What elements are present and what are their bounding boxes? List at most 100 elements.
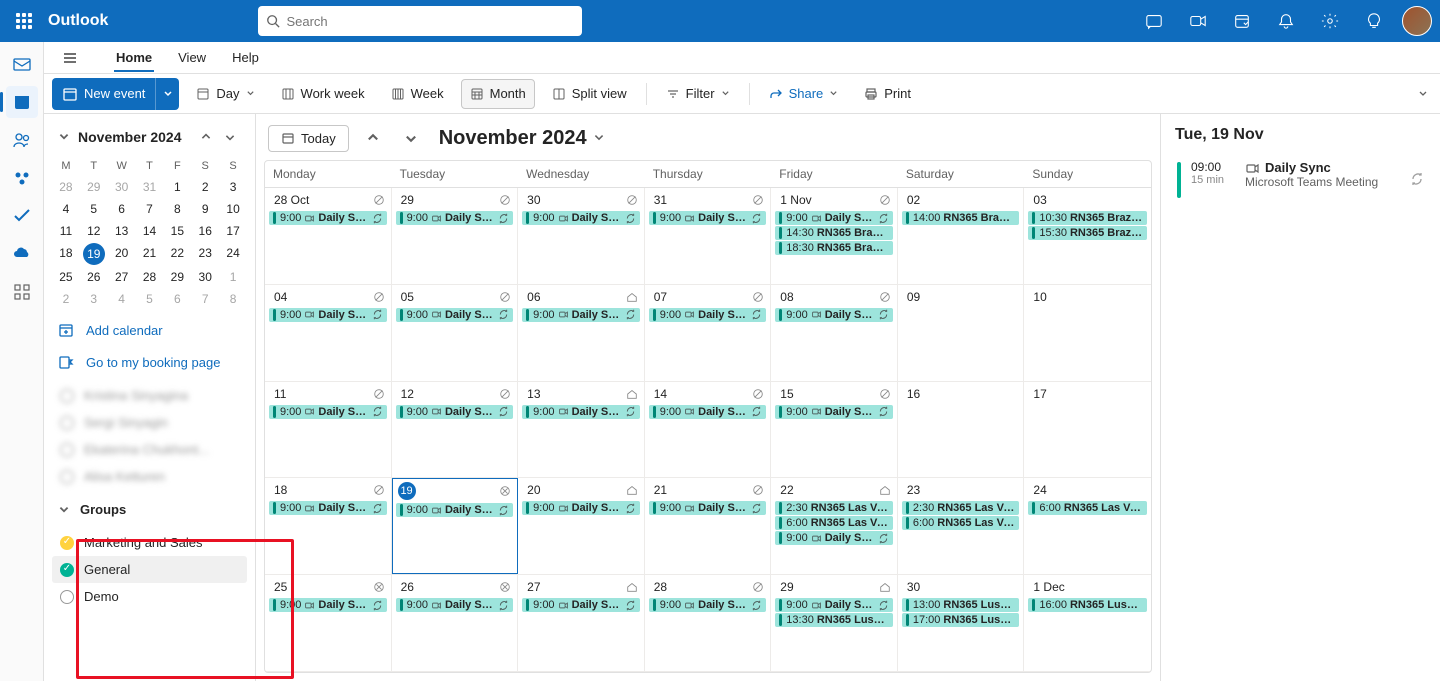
calendar-event[interactable]: 9:00Daily Sync	[775, 598, 893, 612]
calendar-day-cell[interactable]: 189:00Daily Sync	[265, 478, 392, 574]
prev-month[interactable]	[359, 124, 387, 152]
calendar-event[interactable]: 2:30RN365 Las Vega	[902, 501, 1020, 515]
calendar-event[interactable]: 9:00Daily Sync	[269, 308, 387, 322]
mini-cal-next[interactable]	[219, 126, 241, 148]
app-launcher[interactable]	[8, 5, 40, 37]
calendar-person-item[interactable]: Sergi Sinyagin	[52, 409, 247, 436]
calendar-event[interactable]: 13:00RN365 Lusail -	[902, 598, 1020, 612]
tab-help[interactable]: Help	[230, 44, 261, 71]
mini-cal-day[interactable]: 29	[163, 266, 191, 288]
rail-people-icon[interactable]	[6, 124, 38, 156]
mini-cal-day[interactable]: 12	[80, 220, 108, 242]
tab-home[interactable]: Home	[114, 44, 154, 71]
mini-cal-day[interactable]: 30	[108, 176, 136, 198]
booking-page-link[interactable]: Go to my booking page	[44, 346, 255, 378]
share-button[interactable]: Share	[760, 79, 848, 109]
mini-cal-day[interactable]: 29	[80, 176, 108, 198]
calendar-day-cell[interactable]: 1 Dec16:00RN365 Lusail -	[1024, 575, 1151, 671]
mini-cal-day[interactable]: 16	[191, 220, 219, 242]
calendar-event[interactable]: 14:00RN365 Brazilian	[902, 211, 1020, 225]
calendar-day-cell[interactable]: 129:00Daily Sync	[392, 382, 519, 478]
view-work-week-button[interactable]: Work week	[272, 79, 374, 109]
calendar-color-circle[interactable]	[60, 536, 74, 550]
calendar-day-cell[interactable]: 17	[1024, 382, 1151, 478]
calendar-event[interactable]: 9:00Daily Sync	[522, 405, 640, 419]
mini-cal-day[interactable]: 8	[163, 198, 191, 220]
groups-header[interactable]: Groups	[44, 494, 255, 525]
calendar-day-cell[interactable]: 059:00Daily Sync	[392, 285, 519, 381]
calendar-day-cell[interactable]: 199:00Daily Sync	[392, 478, 519, 574]
calendar-day-cell[interactable]: 279:00Daily Sync	[518, 575, 645, 671]
calendar-day-cell[interactable]: 319:00Daily Sync	[645, 188, 772, 284]
view-month-button[interactable]: Month	[461, 79, 535, 109]
calendar-day-cell[interactable]: 289:00Daily Sync	[645, 575, 772, 671]
calendar-event[interactable]: 9:00Daily Sync	[649, 308, 767, 322]
mini-cal-day[interactable]: 7	[191, 288, 219, 310]
calendar-day-cell[interactable]: 159:00Daily Sync	[771, 382, 898, 478]
group-item[interactable]: Demo	[52, 583, 247, 610]
search-box[interactable]	[258, 6, 582, 36]
calendar-event[interactable]: 9:00Daily Sync	[396, 211, 514, 225]
view-day-button[interactable]: Day	[187, 79, 263, 109]
calendar-event[interactable]: 9:00Daily Sync	[649, 211, 767, 225]
calendar-event[interactable]: 9:00Daily Sync	[775, 308, 893, 322]
mini-cal-day[interactable]: 11	[52, 220, 80, 242]
calendar-day-cell[interactable]: 3013:00RN365 Lusail -17:00RN365 Lusail -	[898, 575, 1025, 671]
new-event-dropdown[interactable]	[155, 78, 179, 110]
calendar-color-circle[interactable]	[60, 590, 74, 604]
mini-cal-day[interactable]: 28	[136, 266, 164, 288]
mini-cal-day[interactable]: 21	[136, 242, 164, 266]
mini-cal-day[interactable]: 6	[108, 198, 136, 220]
calendar-event[interactable]: 9:00Daily Sync	[269, 501, 387, 515]
mini-cal-day[interactable]: 10	[219, 198, 247, 220]
mini-cal-day[interactable]: 3	[219, 176, 247, 198]
calendar-event[interactable]: 6:00RN365 Las Vega	[902, 516, 1020, 530]
calendar-day-cell[interactable]: 0310:30RN365 Brazilian15:30RN365 Brazili…	[1024, 188, 1151, 284]
calendar-event[interactable]: 2:30RN365 Las Vega	[775, 501, 893, 515]
mini-cal-day[interactable]: 1	[219, 266, 247, 288]
mini-cal-day[interactable]: 25	[52, 266, 80, 288]
calendar-day-cell[interactable]: 209:00Daily Sync	[518, 478, 645, 574]
mini-cal-day[interactable]: 31	[136, 176, 164, 198]
rail-onedrive-icon[interactable]	[6, 238, 38, 270]
account-avatar[interactable]	[1402, 6, 1432, 36]
mini-cal-day[interactable]: 5	[136, 288, 164, 310]
calendar-day-cell[interactable]: 222:30RN365 Las Vega6:00RN365 Las Vega9:…	[771, 478, 898, 574]
mini-calendar[interactable]: MTWTFSS282930311234567891011121314151617…	[52, 156, 247, 310]
calendar-event[interactable]: 6:00RN365 Las Vega	[775, 516, 893, 530]
calendar-event[interactable]: 9:00Daily Sync	[775, 531, 893, 545]
calendar-event[interactable]: 9:00Daily Sync	[775, 405, 893, 419]
mini-cal-day[interactable]: 15	[163, 220, 191, 242]
mini-cal-day[interactable]: 4	[108, 288, 136, 310]
today-button[interactable]: Today	[268, 125, 349, 152]
calendar-event[interactable]: 9:00Daily Sync	[775, 211, 893, 225]
calendar-event[interactable]: 9:00Daily Sync	[522, 308, 640, 322]
mini-cal-day[interactable]: 17	[219, 220, 247, 242]
calendar-day-cell[interactable]: 049:00Daily Sync	[265, 285, 392, 381]
calendar-event[interactable]: 9:00Daily Sync	[396, 405, 514, 419]
calendar-color-circle[interactable]	[60, 563, 74, 577]
calendar-day-cell[interactable]: 259:00Daily Sync	[265, 575, 392, 671]
mini-cal-day[interactable]: 27	[108, 266, 136, 288]
split-view-button[interactable]: Split view	[543, 79, 636, 109]
add-calendar-link[interactable]: Add calendar	[44, 314, 255, 346]
view-week-button[interactable]: Week	[382, 79, 453, 109]
calendar-day-cell[interactable]: 1 Nov9:00Daily Sync14:30RN365 Brazilia18…	[771, 188, 898, 284]
mini-cal-day[interactable]: 30	[191, 266, 219, 288]
teams-chat-icon[interactable]	[1134, 1, 1174, 41]
calendar-event[interactable]: 9:00Daily Sync	[396, 503, 514, 517]
agenda-item[interactable]: 09:00 15 min Daily Sync Microsoft Teams …	[1175, 154, 1426, 204]
rail-groups-icon[interactable]	[6, 162, 38, 194]
rail-more-apps-icon[interactable]	[6, 276, 38, 308]
mini-cal-day[interactable]: 5	[80, 198, 108, 220]
mini-cal-day[interactable]: 23	[191, 242, 219, 266]
calendar-event[interactable]: 9:00Daily Sync	[522, 598, 640, 612]
calendar-day-cell[interactable]: 219:00Daily Sync	[645, 478, 772, 574]
mini-cal-day[interactable]: 2	[191, 176, 219, 198]
calendar-event[interactable]: 9:00Daily Sync	[649, 598, 767, 612]
mini-cal-day[interactable]: 18	[52, 242, 80, 266]
notifications-icon[interactable]	[1266, 1, 1306, 41]
calendar-day-cell[interactable]: 16	[898, 382, 1025, 478]
calendar-event[interactable]: 13:30RN365 Lusail -	[775, 613, 893, 627]
calendar-day-cell[interactable]: 079:00Daily Sync	[645, 285, 772, 381]
